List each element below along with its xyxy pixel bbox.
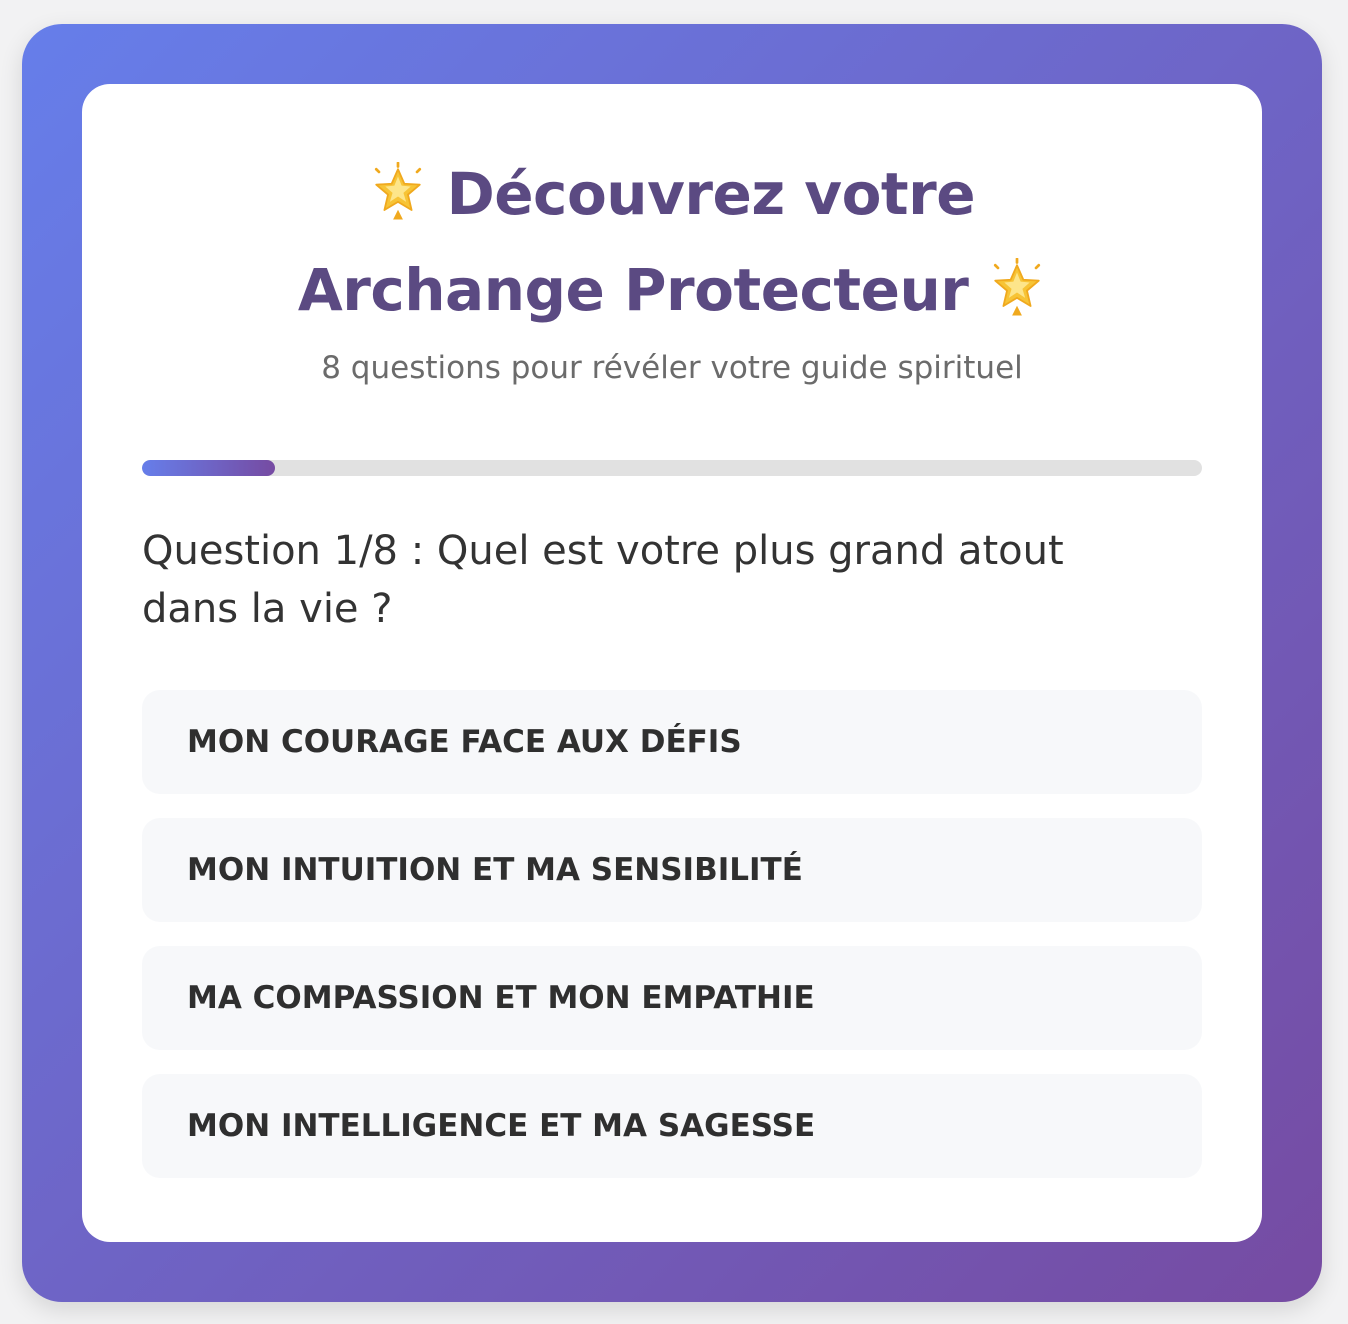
answer-option-intelligence[interactable]: MON INTELLIGENCE ET MA SAGESSE bbox=[142, 1074, 1202, 1178]
page-title: Découvrez votre Archange Protecteur bbox=[142, 146, 1202, 338]
title-line-1: Découvrez votre bbox=[142, 146, 1202, 242]
subtitle: 8 questions pour révéler votre guide spi… bbox=[321, 350, 1023, 386]
progress-bar bbox=[142, 460, 1202, 476]
answer-option-compassion[interactable]: MA COMPASSION ET MON EMPATHIE bbox=[142, 946, 1202, 1050]
glowing-star-icon bbox=[993, 258, 1041, 316]
answer-option-intuition[interactable]: MON INTUITION ET MA SENSIBILITÉ bbox=[142, 818, 1202, 922]
progress-bar-fill bbox=[142, 460, 275, 476]
title-text-2: Archange Protecteur bbox=[297, 256, 969, 324]
answer-options: MON COURAGE FACE AUX DÉFIS MON INTUITION… bbox=[142, 690, 1202, 1178]
gradient-frame: Découvrez votre Archange Protecteur 8 qu… bbox=[22, 24, 1322, 1302]
title-line-2: Archange Protecteur bbox=[142, 242, 1202, 338]
title-text-1: Découvrez votre bbox=[446, 160, 976, 228]
question-text: Question 1/8 : Quel est votre plus grand… bbox=[142, 528, 1064, 632]
answer-option-courage[interactable]: MON COURAGE FACE AUX DÉFIS bbox=[142, 690, 1202, 794]
quiz-card: Découvrez votre Archange Protecteur 8 qu… bbox=[82, 84, 1262, 1242]
glowing-star-icon bbox=[374, 162, 421, 220]
